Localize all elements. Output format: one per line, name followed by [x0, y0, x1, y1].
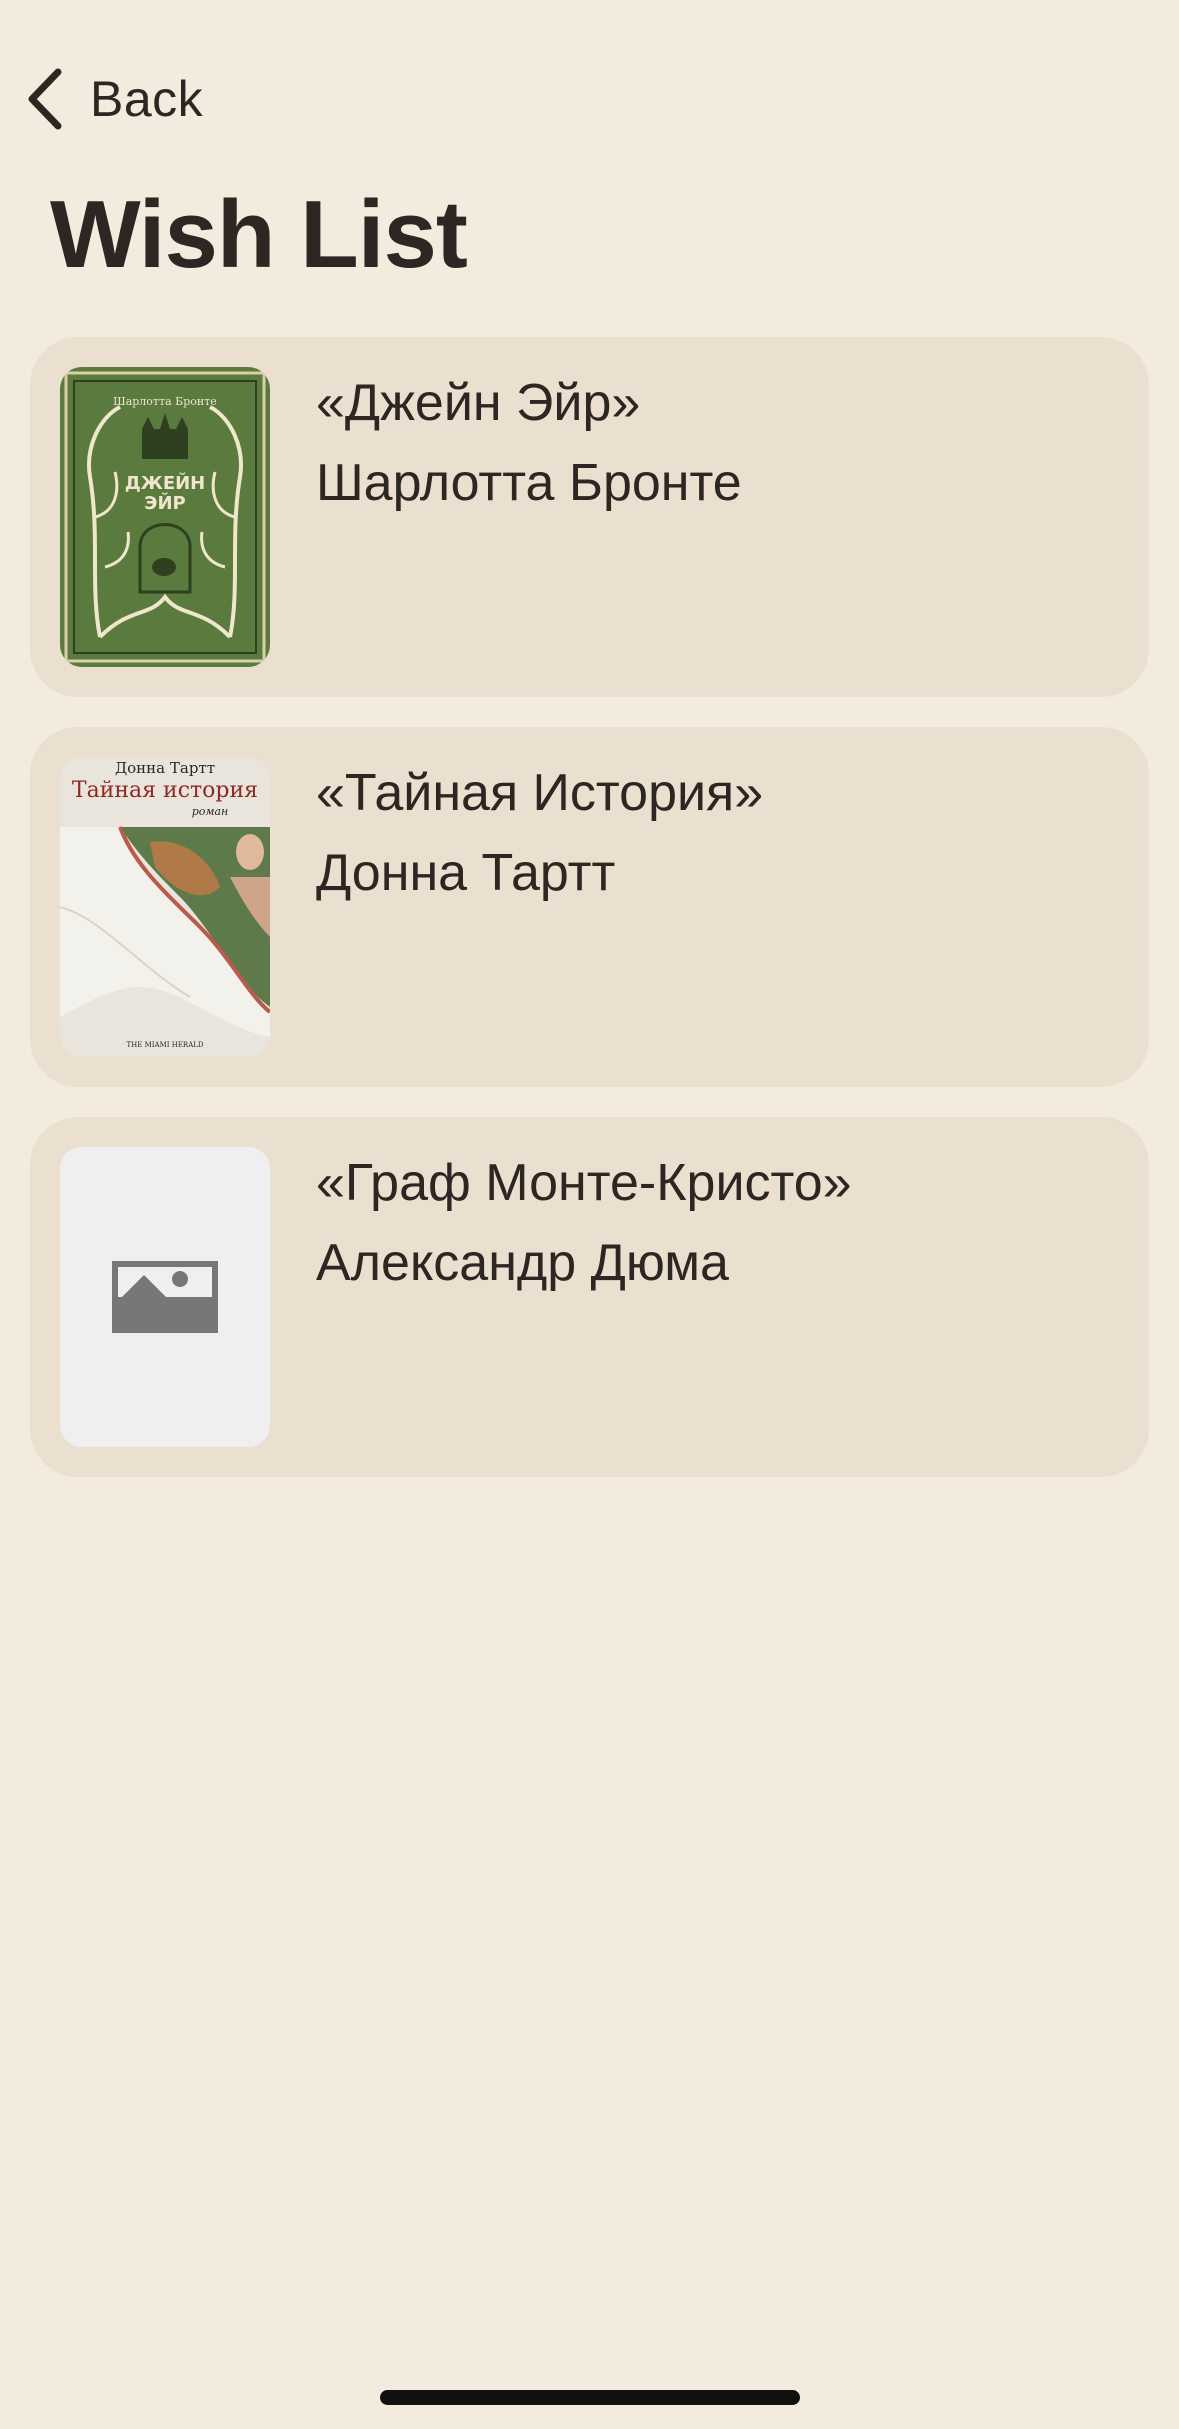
book-cover-image: Донна Тартт Тайная история роман THE MIA…	[60, 757, 270, 1057]
back-button[interactable]: Back	[26, 64, 203, 134]
cover-title-line1: ДЖЕЙН	[125, 472, 206, 494]
book-title: «Граф Монте-Кристо»	[316, 1154, 852, 1212]
book-card-monte-cristo[interactable]: «Граф Монте-Кристо» Александр Дюма	[30, 1117, 1149, 1477]
image-placeholder-icon	[112, 1261, 218, 1333]
book-author: Александр Дюма	[316, 1234, 729, 1292]
book-list: Шарлотта Бронте ДЖЕЙН ЭЙР «Джейн Эйр» Ша…	[30, 337, 1149, 1507]
cover-title-text: Тайная история	[72, 778, 258, 803]
book-cover-placeholder	[60, 1147, 270, 1447]
home-indicator[interactable]	[380, 2390, 800, 2405]
book-card-secret-history[interactable]: Донна Тартт Тайная история роман THE MIA…	[30, 727, 1149, 1087]
book-author: Донна Тартт	[316, 844, 616, 902]
cover-author-text: Донна Тартт	[115, 759, 215, 777]
cover-subtitle-text: роман	[192, 805, 229, 818]
cover-author-text: Шарлотта Бронте	[113, 395, 217, 408]
back-button-label[interactable]: Back	[90, 70, 203, 128]
book-title: «Тайная История»	[316, 764, 764, 822]
book-title: «Джейн Эйр»	[316, 374, 641, 432]
cover-title-line2: ЭЙР	[144, 492, 185, 514]
book-cover-image: Шарлотта Бронте ДЖЕЙН ЭЙР	[60, 367, 270, 667]
cover-quote-text: THE MIAMI HERALD	[126, 1041, 203, 1049]
chevron-left-icon[interactable]	[26, 68, 62, 130]
book-author: Шарлотта Бронте	[316, 454, 742, 512]
book-card-jane-eyre[interactable]: Шарлотта Бронте ДЖЕЙН ЭЙР «Джейн Эйр» Ша…	[30, 337, 1149, 697]
page-title: Wish List	[50, 181, 468, 288]
